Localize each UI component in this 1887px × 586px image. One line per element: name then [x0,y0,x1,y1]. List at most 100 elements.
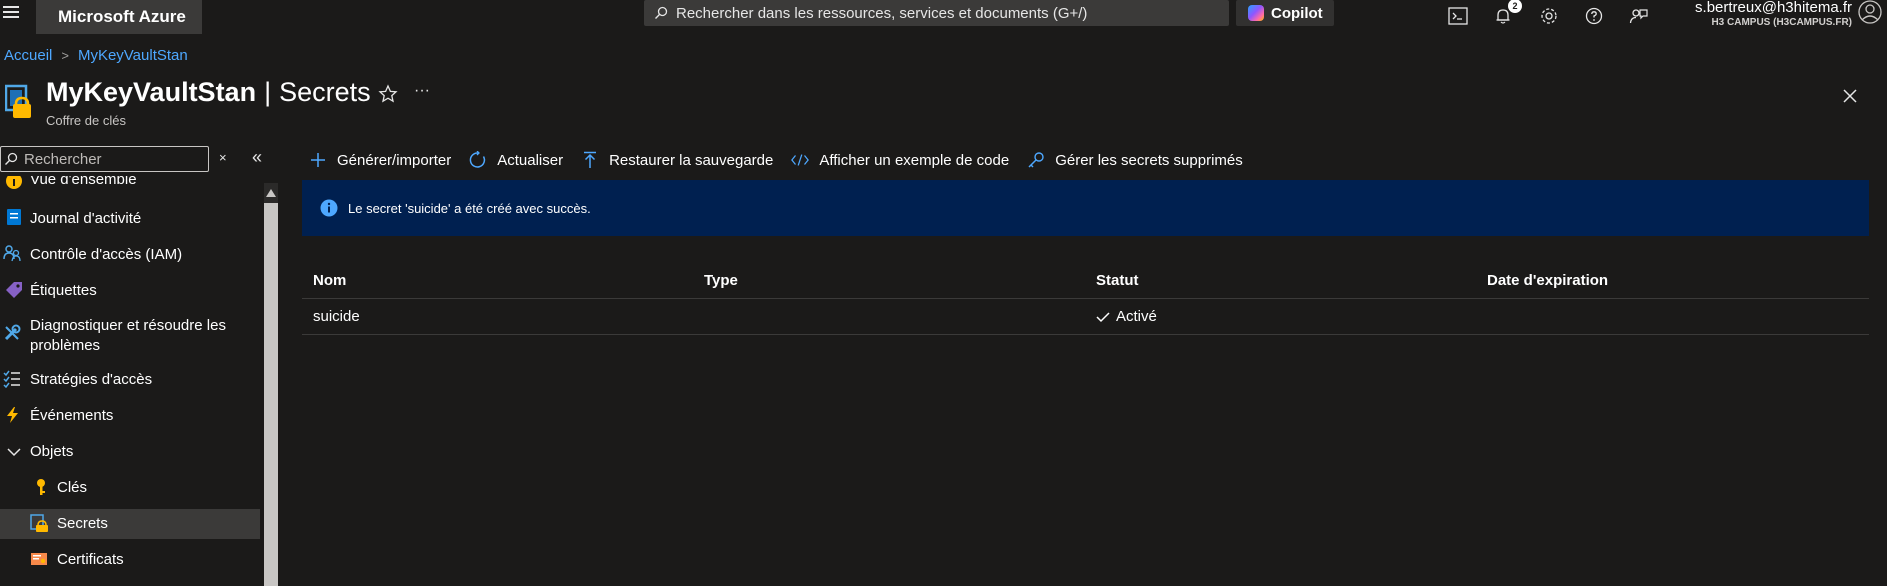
cloud-shell-button[interactable] [1446,4,1470,28]
overview-icon [6,176,22,189]
command-bar: Générer/importer Actualiser Restaurer la… [309,148,1261,172]
activity-log-icon [7,209,21,225]
copilot-icon [1248,5,1264,21]
sidebar-item-overview[interactable]: Vue d'ensemble [0,176,260,196]
scrollbar-thumb[interactable] [264,203,278,586]
sidebar-item-access-policies[interactable]: Stratégies d'accès [0,365,260,395]
double-chevron-left-icon: « [252,147,263,167]
refresh-icon [469,151,486,168]
secret-name-link[interactable]: suicide [313,308,360,325]
refresh-button[interactable]: Actualiser [469,151,563,169]
key-vault-resource-icon [5,84,31,118]
help-button[interactable] [1582,4,1606,28]
ellipsis-icon: ··· [414,82,430,99]
column-header-expiration[interactable]: Date d'expiration [1487,272,1608,289]
brand-label: Microsoft Azure [58,7,186,26]
resource-name: MyKeyVaultStan [46,77,257,107]
portal-menu-button[interactable] [0,0,34,34]
star-icon [378,84,398,103]
sidebar-item-activity-log[interactable]: Journal d'activité [0,204,260,234]
section-name: Secrets [279,77,371,107]
view-code-sample-button[interactable]: Afficher un exemple de code [791,151,1009,169]
user-avatar-icon [1858,0,1882,24]
favorite-button[interactable] [378,84,398,104]
clear-icon: × [219,150,227,165]
resource-type-subtitle: Coffre de clés [46,113,126,128]
checkmark-icon [1096,311,1110,322]
title-separator: | [264,77,272,107]
sidebar-scrollbar[interactable] [262,183,278,586]
breadcrumb-separator-icon: > [61,48,69,63]
sidebar-item-label: Clés [57,479,88,496]
iam-icon [3,245,21,262]
sidebar-search-placeholder: Rechercher [24,150,102,168]
avatar[interactable] [1856,0,1884,26]
copilot-button[interactable]: Copilot [1236,0,1334,26]
sidebar-item-tags[interactable]: Étiquettes [0,276,260,306]
table-row[interactable]: suicide Activé [302,299,1869,335]
sidebar-collapse-button[interactable]: « [252,147,270,167]
more-options-button[interactable]: ··· [414,82,434,104]
notifications-button[interactable]: 2 [1491,0,1522,28]
breadcrumb-home-link[interactable]: Accueil [4,47,52,64]
secret-status-label: Activé [1116,308,1157,325]
generate-import-button[interactable]: Générer/importer [309,151,451,169]
global-search-input[interactable]: Rechercher dans les ressources, services… [644,0,1229,26]
sidebar-nav: Vue d'ensemble Journal d'activité Contrô… [0,176,260,586]
account-menu[interactable]: s.bertreux@h3hitema.fr H3 CAMPUS (H3CAMP… [1640,0,1852,34]
sidebar-search-input[interactable]: Rechercher [0,146,209,172]
sidebar-item-label: Vue d'ensemble [30,176,137,188]
secret-status-cell: Activé [1096,308,1157,325]
sidebar-item-label: Contrôle d'accès (IAM) [30,246,183,263]
code-icon [791,154,810,166]
close-icon [1843,89,1857,103]
manage-deleted-secrets-button[interactable]: Gérer les secrets supprimés [1027,151,1243,169]
close-blade-button[interactable] [1838,84,1862,108]
key-icon [37,479,45,495]
settings-button[interactable] [1537,4,1561,28]
sidebar-item-diagnose[interactable]: Diagnostiquer et résoudre les problèmes [0,312,260,356]
upload-icon [584,151,597,168]
plus-icon [311,153,325,167]
lightning-icon [7,407,18,423]
certificate-icon [31,553,47,565]
breadcrumb-resource-link[interactable]: MyKeyVaultStan [78,47,188,64]
notification-message: Le secret 'suicide' a été créé avec succ… [348,200,591,216]
wrench-icon [4,324,21,341]
key-outline-icon [1028,152,1044,168]
search-icon [655,6,668,19]
column-header-type[interactable]: Type [704,272,738,289]
restore-backup-button[interactable]: Restaurer la sauvegarde [581,151,773,169]
refresh-label: Actualiser [497,151,564,169]
scroll-up-icon[interactable] [265,187,277,199]
sidebar-item-label: Secrets [57,515,108,532]
top-bar: Microsoft Azure Rechercher dans les ress… [0,0,1887,34]
sidebar-item-label: Étiquettes [30,282,97,299]
breadcrumb: Accueil > MyKeyVaultStan [4,47,188,64]
sidebar-group-objects[interactable]: Objets [0,437,260,467]
sidebar-item-secrets[interactable]: Secrets [0,509,260,539]
column-header-status[interactable]: Statut [1096,272,1139,289]
sidebar-item-keys[interactable]: Clés [0,473,260,503]
column-header-name[interactable]: Nom [313,272,346,289]
generate-import-label: Générer/importer [337,151,452,169]
brand-home-link[interactable]: Microsoft Azure [36,0,202,34]
tag-icon [6,282,22,298]
global-search-placeholder: Rechercher dans les ressources, services… [676,4,1088,22]
search-icon [5,152,18,165]
sidebar-item-label: Diagnostiquer et résoudre les problèmes [30,317,226,354]
secret-icon [30,514,48,532]
chevron-down-icon [7,448,21,457]
manage-deleted-secrets-label: Gérer les secrets supprimés [1055,151,1243,169]
account-email: s.bertreux@h3hitema.fr [1695,0,1852,16]
sidebar-search-clear-button[interactable]: × [219,150,235,166]
sidebar-item-certificates[interactable]: Certificats [0,545,260,575]
notification-count-badge: 2 [1508,0,1522,13]
info-icon [320,199,338,217]
account-tenant: H3 CAMPUS (H3CAMPUS.FR) [1711,17,1852,28]
sidebar-item-label: Journal d'activité [30,210,142,227]
sidebar-item-label: Objets [30,443,74,460]
gear-icon [1541,8,1557,24]
sidebar-item-iam[interactable]: Contrôle d'accès (IAM) [0,240,260,270]
sidebar-item-events[interactable]: Événements [0,401,260,431]
